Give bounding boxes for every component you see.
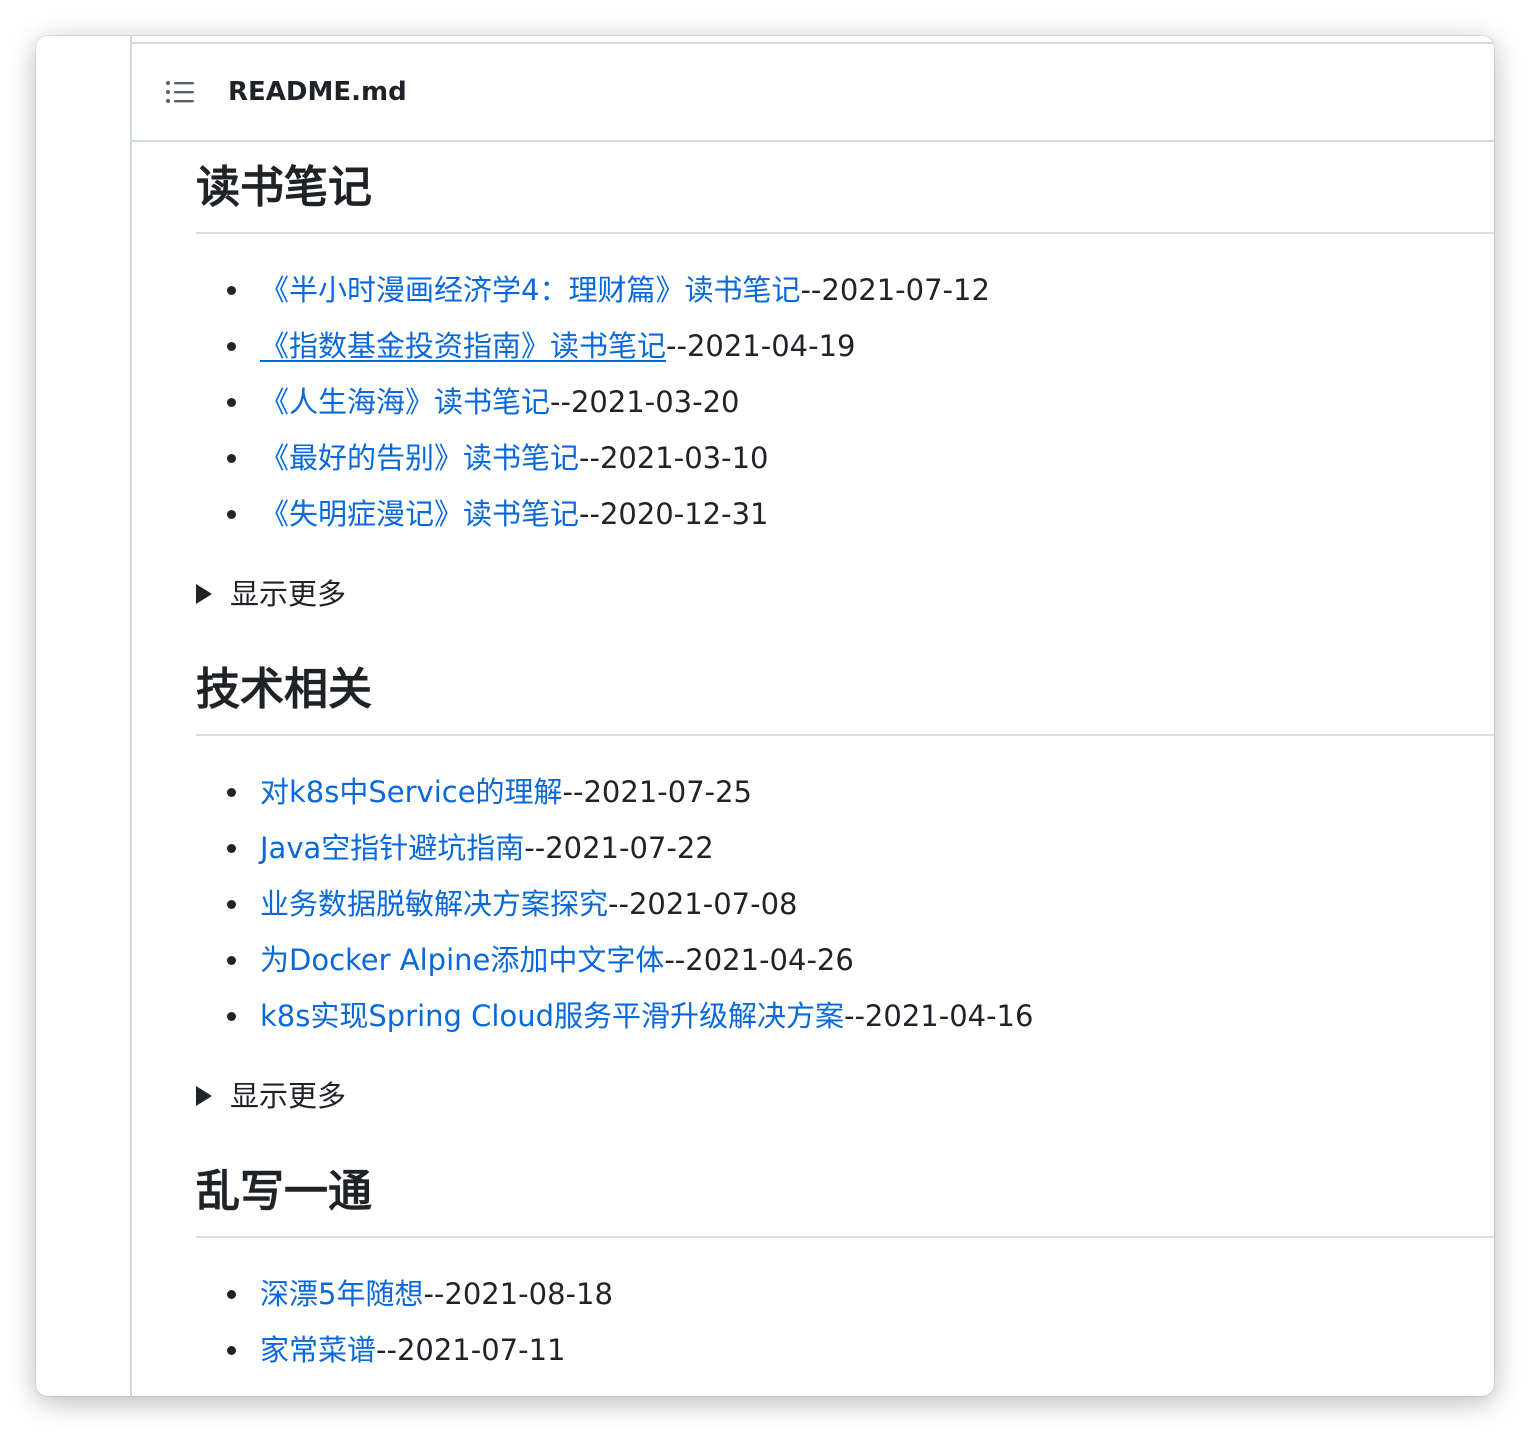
readme-content: 读书笔记 《半小时漫画经济学4：理财篇》读书笔记--2021-07-12 《指数… xyxy=(196,142,1494,1396)
post-link[interactable]: 《指数基金投资指南》读书笔记 xyxy=(260,329,666,363)
bullet-icon xyxy=(227,398,236,407)
list-item: 《最好的告别》读书笔记--2021-03-10 xyxy=(196,430,1494,486)
readme-window: README.md 读书笔记 《半小时漫画经济学4：理财篇》读书笔记--2021… xyxy=(36,36,1494,1396)
show-more-label: 显示更多 xyxy=(230,577,347,611)
top-strip xyxy=(132,36,1494,44)
section-title-tech: 技术相关 xyxy=(196,644,1494,736)
post-link[interactable]: 《最好的告别》读书笔记 xyxy=(260,441,579,475)
list-item: 对k8s中Service的理解--2021-07-25 xyxy=(196,764,1494,820)
post-date: --2021-04-19 xyxy=(666,329,856,363)
post-link[interactable]: Java空指针避坑指南 xyxy=(260,831,524,865)
misc-list: 深漂5年随想--2021-08-18 家常菜谱--2021-07-11 xyxy=(196,1266,1494,1378)
post-link[interactable]: 《半小时漫画经济学4：理财篇》读书笔记 xyxy=(260,273,800,307)
bullet-icon xyxy=(227,844,236,853)
post-date: --2021-04-26 xyxy=(664,943,854,977)
post-date: --2021-07-11 xyxy=(376,1333,566,1367)
file-header: README.md xyxy=(132,44,1494,142)
bullet-icon xyxy=(227,788,236,797)
list-item: 《人生海海》读书笔记--2021-03-20 xyxy=(196,374,1494,430)
post-link[interactable]: 为Docker Alpine添加中文字体 xyxy=(260,943,664,977)
bullet-icon xyxy=(227,454,236,463)
disclosure-triangle-icon xyxy=(196,584,212,604)
post-link[interactable]: 业务数据脱敏解决方案探究 xyxy=(260,887,608,921)
file-name: README.md xyxy=(228,77,407,107)
list-item: 为Docker Alpine添加中文字体--2021-04-26 xyxy=(196,932,1494,988)
disclosure-triangle-icon xyxy=(196,1086,212,1106)
bullet-icon xyxy=(227,1012,236,1021)
post-link[interactable]: 《失明症漫记》读书笔记 xyxy=(260,497,579,531)
post-date: --2021-04-16 xyxy=(844,999,1034,1033)
bullet-icon xyxy=(227,956,236,965)
list-item: k8s实现Spring Cloud服务平滑升级解决方案--2021-04-16 xyxy=(196,988,1494,1044)
post-link[interactable]: 家常菜谱 xyxy=(260,1333,376,1367)
bullet-icon xyxy=(227,1346,236,1355)
post-date: --2021-03-20 xyxy=(550,385,740,419)
bullet-icon xyxy=(227,286,236,295)
post-date: --2021-07-22 xyxy=(524,831,714,865)
list-item: Java空指针避坑指南--2021-07-22 xyxy=(196,820,1494,876)
list-item: 家常菜谱--2021-07-11 xyxy=(196,1322,1494,1378)
bullet-icon xyxy=(227,1290,236,1299)
bullet-icon xyxy=(227,900,236,909)
post-date: --2021-07-25 xyxy=(562,775,753,809)
list-icon[interactable] xyxy=(164,78,196,106)
post-link[interactable]: k8s实现Spring Cloud服务平滑升级解决方案 xyxy=(260,999,844,1033)
list-item: 业务数据脱敏解决方案探究--2021-07-08 xyxy=(196,876,1494,932)
section-title-misc: 乱写一通 xyxy=(196,1146,1494,1238)
section-title-reading-notes: 读书笔记 xyxy=(196,142,1494,234)
post-date: --2020-12-31 xyxy=(579,497,769,531)
list-item: 《失明症漫记》读书笔记--2020-12-31 xyxy=(196,486,1494,542)
bullet-icon xyxy=(227,342,236,351)
tech-list: 对k8s中Service的理解--2021-07-25 Java空指针避坑指南-… xyxy=(196,764,1494,1044)
reading-notes-list: 《半小时漫画经济学4：理财篇》读书笔记--2021-07-12 《指数基金投资指… xyxy=(196,262,1494,542)
post-date: --2021-07-12 xyxy=(800,273,990,307)
list-item: 深漂5年随想--2021-08-18 xyxy=(196,1266,1494,1322)
show-more-toggle[interactable]: 显示更多 xyxy=(196,1068,1494,1124)
show-more-label: 显示更多 xyxy=(230,1079,347,1113)
post-link[interactable]: 对k8s中Service的理解 xyxy=(260,775,563,809)
post-link[interactable]: 《人生海海》读书笔记 xyxy=(260,385,550,419)
list-item: 《半小时漫画经济学4：理财篇》读书笔记--2021-07-12 xyxy=(196,262,1494,318)
post-date: --2021-08-18 xyxy=(423,1277,613,1311)
bullet-icon xyxy=(227,510,236,519)
list-item: 《指数基金投资指南》读书笔记--2021-04-19 xyxy=(196,318,1494,374)
post-date: --2021-07-08 xyxy=(608,887,798,921)
post-link[interactable]: 深漂5年随想 xyxy=(260,1277,423,1311)
post-date: --2021-03-10 xyxy=(579,441,769,475)
left-gutter xyxy=(36,36,132,1396)
show-more-toggle[interactable]: 显示更多 xyxy=(196,566,1494,622)
